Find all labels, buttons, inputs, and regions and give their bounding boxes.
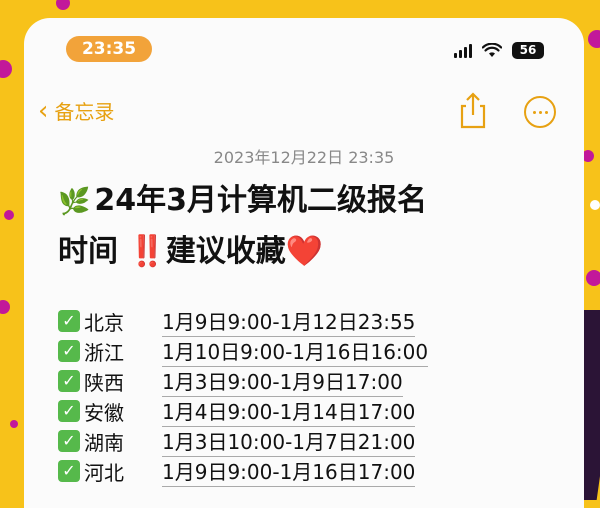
province-name: 湖南 <box>84 430 124 455</box>
province-name: 北京 <box>84 310 124 335</box>
registration-time: 1月3日10:00-1月7日21:00 <box>162 426 416 457</box>
check-icon: ✓ <box>58 460 80 482</box>
decor-dot <box>0 60 12 78</box>
more-options-icon[interactable] <box>524 96 556 128</box>
phone-screen: 23:35 56 ‹ 备忘录 2023年12月22日 23:35 🌿 24年3月计… <box>24 18 584 508</box>
share-icon[interactable] <box>456 90 490 130</box>
status-time: 23:35 <box>66 36 152 62</box>
check-icon: ✓ <box>58 310 80 332</box>
decor-dot <box>586 270 600 286</box>
province-name: 安徽 <box>84 400 124 425</box>
back-label: 备忘录 <box>54 100 115 124</box>
title-line-1: 24年3月计算机二级报名 <box>94 183 427 218</box>
list-item: ✓ 湖南 1月3日10:00-1月7日21:00 <box>58 426 428 457</box>
battery-indicator: 56 <box>512 42 544 59</box>
province-name: 陕西 <box>84 370 124 395</box>
title-line-2: 时间 <box>58 234 118 269</box>
province-name: 浙江 <box>84 340 124 365</box>
registration-list: ✓ 北京 1月9日9:00-1月12日23:55 ✓ 浙江 1月10日9:00-… <box>58 306 429 487</box>
title-line-2-end: 建议收藏 <box>165 234 286 269</box>
registration-time: 1月3日9:00-1月9日17:00 <box>162 366 403 397</box>
list-item: ✓ 北京 1月9日9:00-1月12日23:55 <box>58 306 428 337</box>
decor-dot <box>0 300 10 314</box>
list-item: ✓ 河北 1月9日9:00-1月16日17:00 <box>58 456 428 487</box>
list-item: ✓ 陕西 1月3日9:00-1月9日17:00 <box>58 366 428 397</box>
province-name: 河北 <box>84 460 124 485</box>
decor-dot <box>10 420 18 428</box>
list-item: ✓ 浙江 1月10日9:00-1月16日16:00 <box>58 336 429 367</box>
heart-icon: ❤️ <box>285 234 324 269</box>
chevron-left-icon: ‹ <box>38 95 49 126</box>
registration-time: 1月4日9:00-1月14日17:00 <box>162 396 416 427</box>
decor-dot <box>590 200 600 210</box>
note-date: 2023年12月22日 23:35 <box>213 148 395 167</box>
list-item: ✓ 安徽 1月4日9:00-1月14日17:00 <box>58 396 428 427</box>
check-icon: ✓ <box>58 430 80 452</box>
signal-icon <box>454 43 472 58</box>
check-icon: ✓ <box>58 340 80 362</box>
back-button[interactable]: ‹ 备忘录 <box>38 96 114 125</box>
status-icons: 56 <box>454 42 544 59</box>
decor-dot <box>4 210 14 220</box>
registration-time: 1月10日9:00-1月16日16:00 <box>162 336 429 367</box>
registration-time: 1月9日9:00-1月16日17:00 <box>162 456 416 487</box>
check-icon: ✓ <box>58 370 80 392</box>
note-title: 🌿 24年3月计算机二级报名 时间 ‼️建议收藏❤️ <box>58 176 558 277</box>
decor-dot <box>588 30 600 48</box>
registration-time: 1月9日9:00-1月12日23:55 <box>162 306 416 337</box>
wifi-icon <box>482 43 502 57</box>
decor-dot <box>56 0 70 10</box>
double-exclamation-icon: ‼️ <box>128 234 166 269</box>
leaf-icon: 🌿 <box>58 187 91 217</box>
check-icon: ✓ <box>58 400 80 422</box>
